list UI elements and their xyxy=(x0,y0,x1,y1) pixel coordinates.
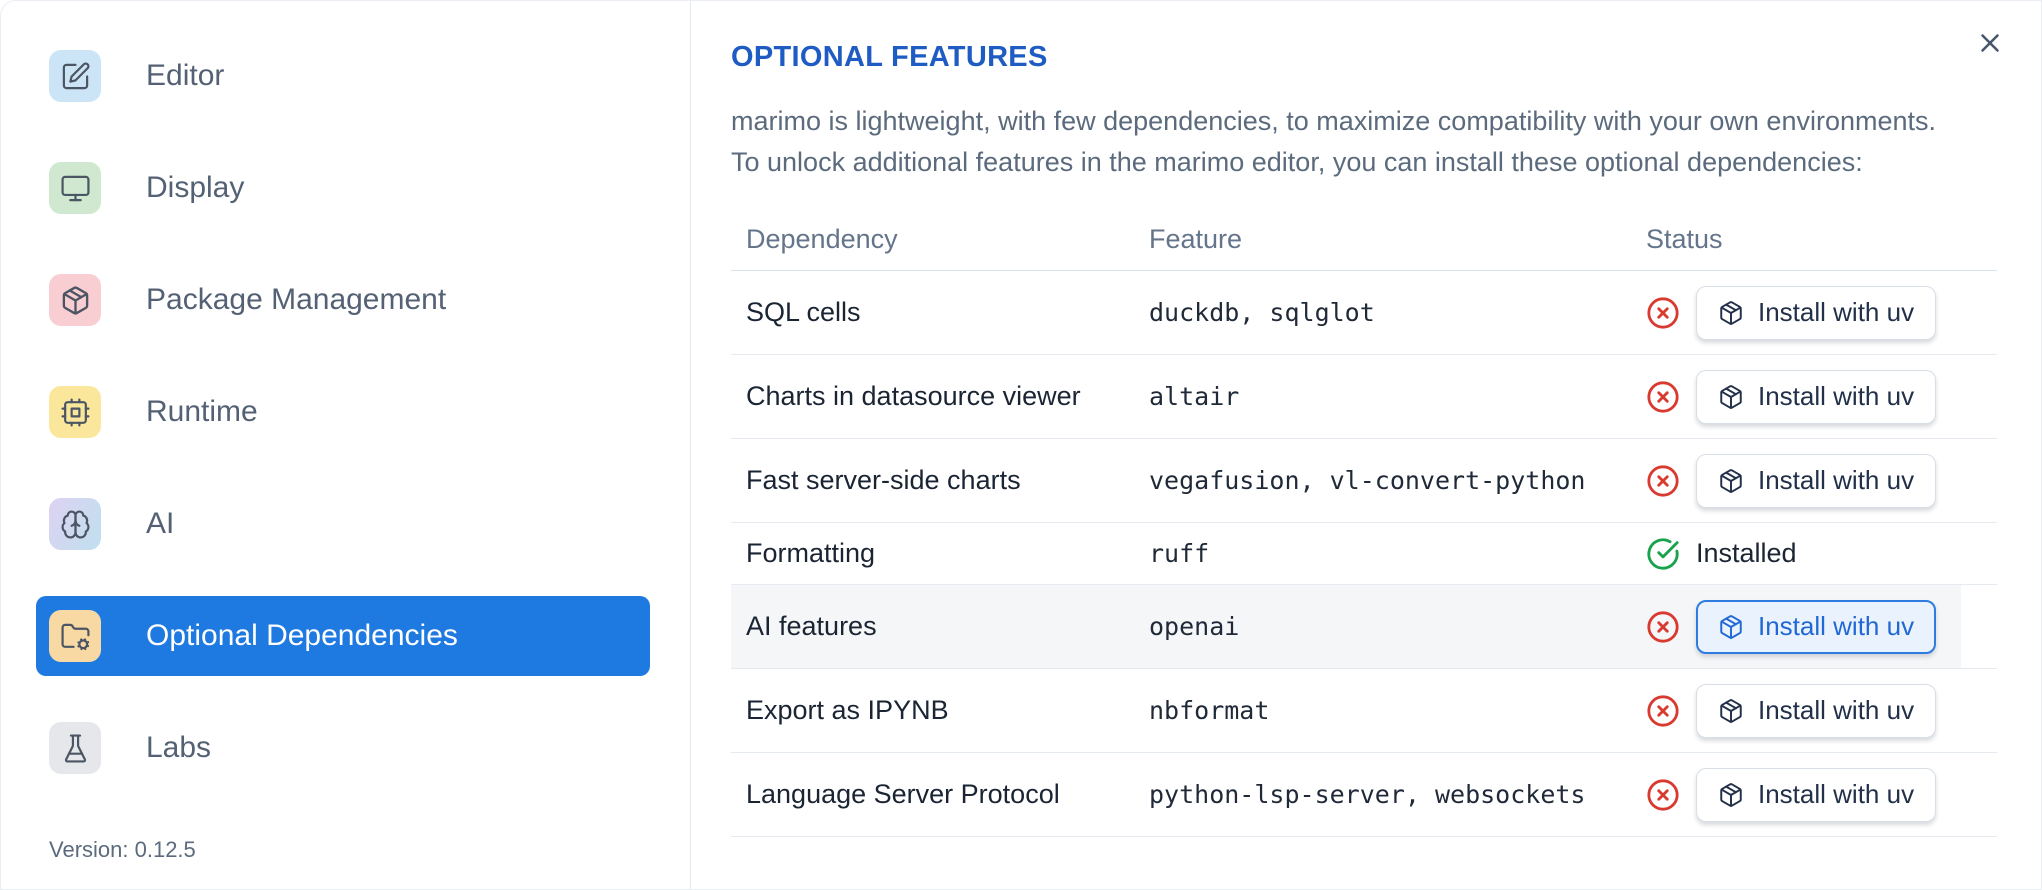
table-row-charts-in-datasource-viewer: Charts in datasource viewer altair Insta… xyxy=(731,355,1997,439)
package-icon xyxy=(1718,782,1744,808)
x-icon xyxy=(1975,28,2005,61)
column-header-status: Status xyxy=(1646,224,1723,254)
sidebar-item-package-management[interactable]: Package Management xyxy=(36,260,650,340)
status-cell: Installed xyxy=(1631,537,1997,571)
settings-sidebar: Editor Display Package Management Runtim… xyxy=(1,1,691,889)
install-with-uv-button[interactable]: Install with uv xyxy=(1696,285,1937,340)
dependency-cell: Language Server Protocol xyxy=(746,779,1060,809)
status-cell: Install with uv xyxy=(1631,599,1997,654)
dependency-cell: Fast server-side charts xyxy=(746,465,1021,495)
install-with-uv-button[interactable]: Install with uv xyxy=(1696,767,1937,822)
table-row-sql-cells: SQL cells duckdb, sqlglot Install with u… xyxy=(731,271,1997,355)
square-pen-icon xyxy=(49,50,101,102)
install-button-label: Install with uv xyxy=(1758,381,1915,411)
feature-cell: nbformat xyxy=(1149,696,1270,725)
sidebar-item-label: AI xyxy=(146,507,175,540)
status-cell: Install with uv xyxy=(1631,767,1997,822)
status-cell: Install with uv xyxy=(1631,683,1997,738)
circle-x-icon xyxy=(1646,778,1680,812)
sidebar-item-label: Optional Dependencies xyxy=(146,619,458,652)
dependency-cell: Formatting xyxy=(746,538,876,568)
folder-cog-icon xyxy=(49,610,101,662)
feature-cell: altair xyxy=(1149,382,1240,411)
sidebar-item-label: Runtime xyxy=(146,395,258,428)
table-row-language-server-protocol: Language Server Protocol python-lsp-serv… xyxy=(731,753,1997,837)
sidebar-item-label: Editor xyxy=(146,59,225,92)
dependency-cell: Export as IPYNB xyxy=(746,695,949,725)
dependency-cell: SQL cells xyxy=(746,297,861,327)
install-button-label: Install with uv xyxy=(1758,695,1915,725)
column-header-dependency: Dependency xyxy=(746,224,898,254)
package-icon xyxy=(1718,384,1744,410)
status-cell: Install with uv xyxy=(1631,369,1997,424)
install-button-label: Install with uv xyxy=(1758,611,1915,641)
status-cell: Install with uv xyxy=(1631,453,1997,508)
install-with-uv-button[interactable]: Install with uv xyxy=(1696,453,1937,508)
description-line: marimo is lightweight, with few dependen… xyxy=(731,106,1937,136)
table-row-export-as-ipynb: Export as IPYNB nbformat Install with uv xyxy=(731,669,1997,753)
feature-cell: python-lsp-server, websockets xyxy=(1149,780,1586,809)
settings-dialog: Editor Display Package Management Runtim… xyxy=(0,0,2042,890)
package-icon xyxy=(1718,698,1744,724)
dependencies-table: Dependency Feature Status SQL cells duck… xyxy=(731,209,1997,837)
sidebar-item-label: Display xyxy=(146,171,245,204)
install-with-uv-button[interactable]: Install with uv xyxy=(1696,369,1937,424)
install-button-label: Install with uv xyxy=(1758,297,1915,327)
sidebar-item-ai[interactable]: AI xyxy=(36,484,650,564)
brain-icon xyxy=(49,498,101,550)
table-row-formatting: Formatting ruff Installed xyxy=(731,523,1997,585)
table-row-ai-features: AI features openai Install with uv xyxy=(731,585,1997,669)
sidebar-item-editor[interactable]: Editor xyxy=(36,36,650,116)
description-line: To unlock additional features in the mar… xyxy=(731,147,1863,177)
install-with-uv-button[interactable]: Install with uv xyxy=(1696,683,1937,738)
package-icon xyxy=(1718,468,1744,494)
install-with-uv-button[interactable]: Install with uv xyxy=(1696,599,1937,654)
optional-features-panel: OPTIONAL FEATURES marimo is lightweight,… xyxy=(691,1,2042,889)
package-icon xyxy=(49,274,101,326)
column-header-feature: Feature xyxy=(1149,224,1243,254)
install-button-label: Install with uv xyxy=(1758,779,1915,809)
package-icon xyxy=(1718,300,1744,326)
sidebar-item-label: Labs xyxy=(146,731,212,764)
circle-x-icon xyxy=(1646,694,1680,728)
sidebar-item-optional-dependencies[interactable]: Optional Dependencies xyxy=(36,596,650,676)
package-icon xyxy=(1718,614,1744,640)
sidebar-item-label: Package Management xyxy=(146,283,447,316)
status-cell: Install with uv xyxy=(1631,285,1997,340)
feature-cell: duckdb, sqlglot xyxy=(1149,298,1375,327)
close-button[interactable] xyxy=(1973,27,2007,61)
feature-cell: vegafusion, vl-convert-python xyxy=(1149,466,1586,495)
dependency-cell: AI features xyxy=(746,611,877,641)
feature-cell: openai xyxy=(1149,612,1240,641)
installed-label: Installed xyxy=(1696,538,1797,568)
cpu-icon xyxy=(49,386,101,438)
monitor-icon xyxy=(49,162,101,214)
circle-x-icon xyxy=(1646,610,1680,644)
circle-x-icon xyxy=(1646,380,1680,414)
table-row-fast-server-side-charts: Fast server-side charts vegafusion, vl-c… xyxy=(731,439,1997,523)
page-title: OPTIONAL FEATURES xyxy=(731,41,1048,73)
table-header: Dependency Feature Status xyxy=(731,209,1997,271)
table-body: SQL cells duckdb, sqlglot Install with u… xyxy=(731,271,1997,837)
version-label: Version: 0.12.5 xyxy=(49,837,196,862)
sidebar-item-display[interactable]: Display xyxy=(36,148,650,228)
feature-cell: ruff xyxy=(1149,539,1210,568)
sidebar-item-list: Editor Display Package Management Runtim… xyxy=(36,36,650,788)
sidebar-item-runtime[interactable]: Runtime xyxy=(36,372,650,452)
flask-icon xyxy=(49,722,101,774)
panel-description: marimo is lightweight, with few dependen… xyxy=(731,101,1997,183)
circle-check-icon xyxy=(1646,537,1680,571)
circle-x-icon xyxy=(1646,296,1680,330)
install-button-label: Install with uv xyxy=(1758,465,1915,495)
dependency-cell: Charts in datasource viewer xyxy=(746,381,1081,411)
sidebar-item-labs[interactable]: Labs xyxy=(36,708,650,788)
circle-x-icon xyxy=(1646,464,1680,498)
